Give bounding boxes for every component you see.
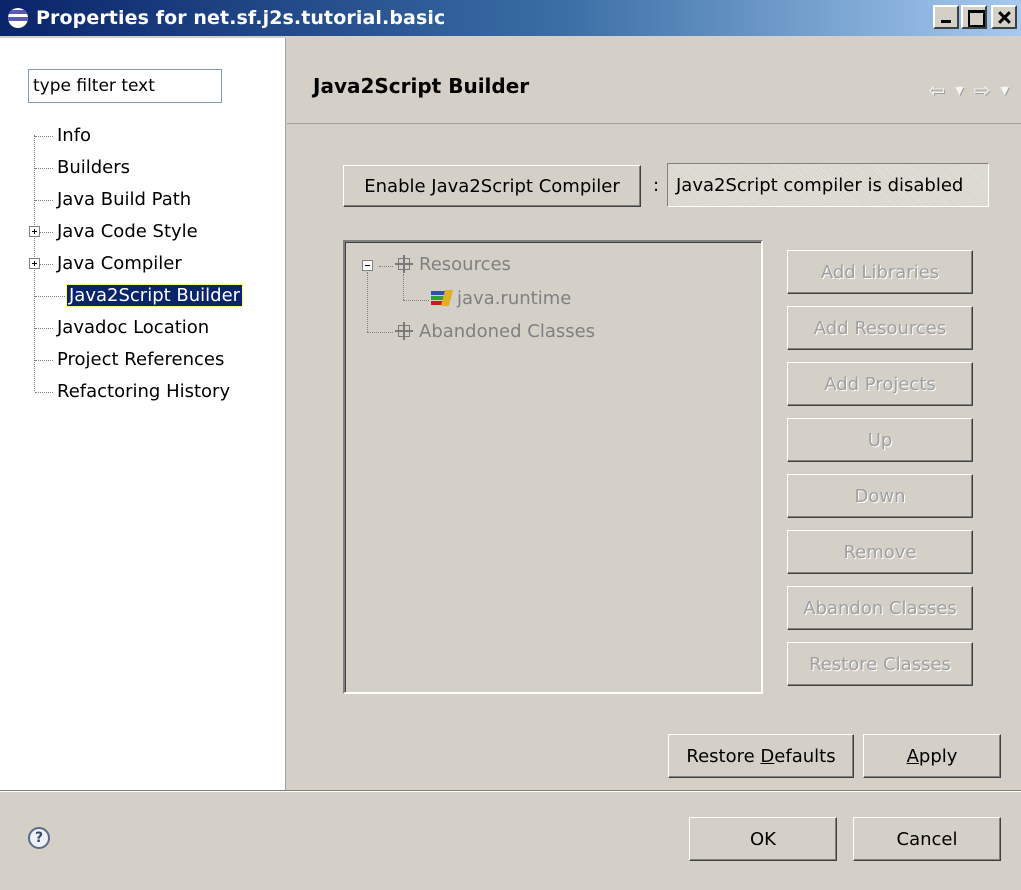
ok-button[interactable]: OK xyxy=(689,817,837,861)
back-arrow-icon[interactable]: ⇦ xyxy=(929,78,946,102)
property-page-tree-pane: Info Builders Java Build Path Java Code … xyxy=(0,38,286,790)
add-resources-button[interactable]: Add Resources xyxy=(787,306,973,350)
tree-item-label: Java Build Path xyxy=(57,189,192,210)
tree-item-resources[interactable]: Resources xyxy=(395,252,511,278)
page-title: Java2Script Builder xyxy=(313,74,530,98)
help-icon[interactable]: ? xyxy=(28,827,50,849)
tree-item-label: Info xyxy=(57,125,92,146)
minimize-button[interactable] xyxy=(933,5,959,29)
tree-item-abandoned-classes[interactable]: Abandoned Classes xyxy=(395,319,595,345)
enable-compiler-button[interactable]: Enable Java2Script Compiler xyxy=(343,165,641,207)
tree-item-label: Java Compiler xyxy=(57,253,182,274)
tree-item-label: Project References xyxy=(57,349,225,370)
tree-connector xyxy=(35,168,53,169)
tree-item-javadoc-location[interactable]: Javadoc Location xyxy=(55,314,211,342)
tree-connector xyxy=(35,392,53,393)
mnemonic-letter: D xyxy=(760,745,775,767)
up-button[interactable]: Up xyxy=(787,418,973,462)
tree-item-project-references[interactable]: Project References xyxy=(55,346,226,374)
tree-connector xyxy=(367,332,393,333)
tree-item-java2script-builder[interactable]: Java2Script Builder xyxy=(65,282,244,310)
restore-classes-button[interactable]: Restore Classes xyxy=(787,642,973,686)
restore-defaults-button[interactable]: Restore Defaults xyxy=(668,734,854,778)
button-label-part: Restore xyxy=(686,745,761,767)
maximize-button[interactable] xyxy=(961,5,987,29)
window-title: Properties for net.sf.j2s.tutorial.basic xyxy=(36,7,446,29)
mnemonic-letter: A xyxy=(906,745,919,767)
tree-item-label: java.runtime xyxy=(457,288,572,309)
apply-button[interactable]: Apply xyxy=(863,734,1001,778)
tree-connector xyxy=(35,200,53,201)
button-label-part: efaults xyxy=(774,745,836,767)
tree-connector xyxy=(403,300,429,301)
cancel-button[interactable]: Cancel xyxy=(853,817,1001,861)
forward-history-dropdown-icon[interactable]: ▼ xyxy=(1001,84,1009,97)
tree-connector xyxy=(35,136,53,137)
down-button[interactable]: Down xyxy=(787,474,973,518)
remove-button[interactable]: Remove xyxy=(787,530,973,574)
package-icon xyxy=(395,255,413,273)
tree-connector xyxy=(35,328,53,329)
page-header: Java2Script Builder ⇦ ▼ ⇨ ▼ xyxy=(287,38,1021,124)
tree-item-builders[interactable]: Builders xyxy=(55,154,132,182)
add-libraries-button[interactable]: Add Libraries xyxy=(787,250,973,294)
tree-item-java-compiler[interactable]: Java Compiler xyxy=(55,250,184,278)
tree-connector xyxy=(379,266,393,267)
resource-tree[interactable]: Resources java.runtime Abandoned Classes xyxy=(343,240,763,694)
tree-item-label: Javadoc Location xyxy=(57,317,210,338)
tree-item-label: Abandoned Classes xyxy=(419,321,596,342)
tree-connector xyxy=(40,264,53,265)
filter-input[interactable] xyxy=(28,69,222,103)
tree-item-java-code-style[interactable]: Java Code Style xyxy=(55,218,200,246)
tree-item-java-build-path[interactable]: Java Build Path xyxy=(55,186,193,214)
tree-item-refactoring-history[interactable]: Refactoring History xyxy=(55,378,232,406)
collapse-resources-icon[interactable] xyxy=(362,260,373,271)
tree-item-label: Java Code Style xyxy=(57,221,198,242)
abandon-classes-button[interactable]: Abandon Classes xyxy=(787,586,973,630)
separator-colon: : xyxy=(653,175,660,196)
window-controls xyxy=(933,5,1017,29)
tree-connector xyxy=(367,272,368,332)
tree-connector xyxy=(35,296,67,297)
compiler-status-field: Java2Script compiler is disabled xyxy=(667,163,989,207)
properties-dialog: Properties for net.sf.j2s.tutorial.basic xyxy=(0,0,1021,890)
property-page: Java2Script Builder ⇦ ▼ ⇨ ▼ Enable Java2… xyxy=(287,38,1021,790)
expand-java-compiler-icon[interactable] xyxy=(29,258,40,269)
button-label-part: pply xyxy=(918,745,958,767)
tree-item-label: Java2Script Builder xyxy=(65,284,244,307)
expand-java-code-style-icon[interactable] xyxy=(29,226,40,237)
tree-item-java-runtime[interactable]: java.runtime xyxy=(431,286,571,312)
back-history-dropdown-icon[interactable]: ▼ xyxy=(955,84,963,97)
tree-connector xyxy=(35,360,53,361)
tree-item-label: Builders xyxy=(57,157,131,178)
package-icon xyxy=(395,322,413,340)
tree-item-label: Resources xyxy=(419,254,511,275)
add-projects-button[interactable]: Add Projects xyxy=(787,362,973,406)
history-navigation: ⇦ ▼ ⇨ ▼ xyxy=(929,78,1009,102)
library-icon xyxy=(431,289,454,307)
forward-arrow-icon[interactable]: ⇨ xyxy=(974,78,991,102)
footer-separator xyxy=(0,790,1021,792)
title-bar[interactable]: Properties for net.sf.j2s.tutorial.basic xyxy=(0,0,1021,36)
tree-item-info[interactable]: Info xyxy=(55,122,93,150)
eclipse-icon xyxy=(8,8,28,28)
tree-connector xyxy=(40,232,53,233)
tree-item-label: Refactoring History xyxy=(57,381,231,402)
close-button[interactable] xyxy=(991,5,1017,29)
